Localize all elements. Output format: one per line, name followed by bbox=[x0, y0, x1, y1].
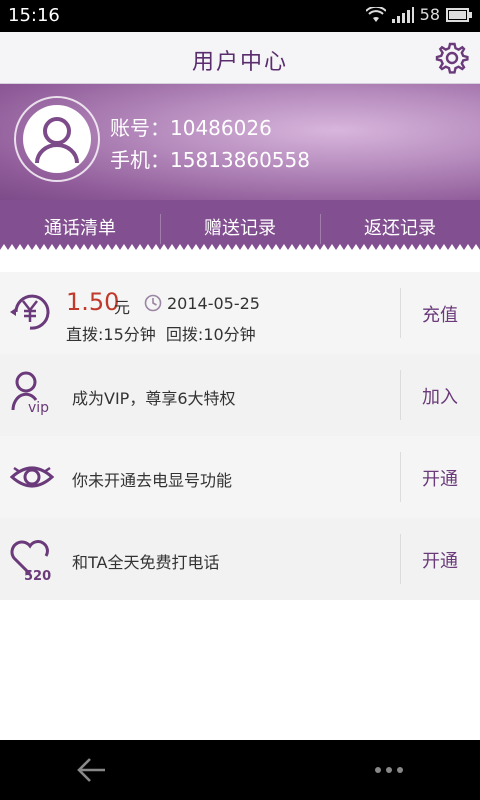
yuan-icon bbox=[10, 294, 50, 330]
vip-icon: vip bbox=[11, 371, 49, 416]
page-title: 用户中心 bbox=[191, 50, 288, 75]
status-time: 15:16 bbox=[8, 5, 60, 26]
profile-banner: 账号：10486026 手机：15813860558 bbox=[0, 84, 480, 200]
wifi-icon bbox=[365, 6, 386, 22]
enable-caller-id-button[interactable]: 开通 bbox=[400, 465, 480, 491]
clock-icon bbox=[144, 294, 162, 312]
free-call-text: 和TA全天免费打电话 bbox=[72, 553, 220, 572]
zigzag-edge bbox=[0, 244, 480, 256]
balance-unit: 元 bbox=[114, 298, 131, 317]
enable-free-call-button[interactable]: 开通 bbox=[400, 547, 480, 573]
battery-level: 58 bbox=[419, 5, 440, 24]
heart-520-icon: 520 bbox=[10, 540, 51, 582]
join-vip-button[interactable]: 加入 bbox=[400, 383, 480, 409]
svg-text:vip: vip bbox=[28, 400, 49, 416]
call-minutes: 直拨:15分钟 回拨:10分钟 bbox=[66, 325, 256, 344]
balance-date: 2014-05-25 bbox=[167, 294, 260, 313]
avatar[interactable] bbox=[14, 96, 100, 182]
back-arrow-icon[interactable] bbox=[76, 756, 108, 784]
tab-gift-records[interactable]: 赠送记录 bbox=[160, 214, 320, 240]
phone-number: 手机：15813860558 bbox=[110, 148, 310, 172]
svg-text:520: 520 bbox=[24, 569, 51, 582]
tab-refund-records[interactable]: 返还记录 bbox=[320, 214, 480, 240]
tab-call-list[interactable]: 通话清单 bbox=[0, 214, 160, 240]
caller-id-text: 你未开通去电显号功能 bbox=[72, 471, 233, 490]
balance-row: 1.50 元 2014-05-25 直拨:15分钟 回拨:10分钟 充值 bbox=[0, 272, 480, 354]
eye-icon bbox=[10, 466, 54, 488]
vip-text: 成为VIP，尊享6大特权 bbox=[72, 389, 236, 408]
vip-row[interactable]: vip 成为VIP，尊享6大特权 加入 bbox=[0, 354, 480, 436]
settings-gear-icon[interactable] bbox=[434, 40, 470, 76]
balance-amount: 1.50 bbox=[66, 288, 120, 316]
battery-icon bbox=[446, 7, 472, 22]
recharge-button[interactable]: 充值 bbox=[400, 301, 480, 327]
free-call-row[interactable]: 520 和TA全天免费打电话 开通 bbox=[0, 518, 480, 600]
user-icon bbox=[35, 117, 79, 164]
caller-id-row[interactable]: 你未开通去电显号功能 开通 bbox=[0, 436, 480, 518]
account-number: 账号：10486026 bbox=[110, 116, 272, 140]
status-bar: 15:16 58 bbox=[0, 0, 480, 32]
title-bar: 用户中心 bbox=[0, 32, 480, 84]
more-dots-icon[interactable] bbox=[374, 766, 404, 774]
navigation-bar bbox=[0, 740, 480, 800]
signal-icon bbox=[391, 6, 414, 23]
